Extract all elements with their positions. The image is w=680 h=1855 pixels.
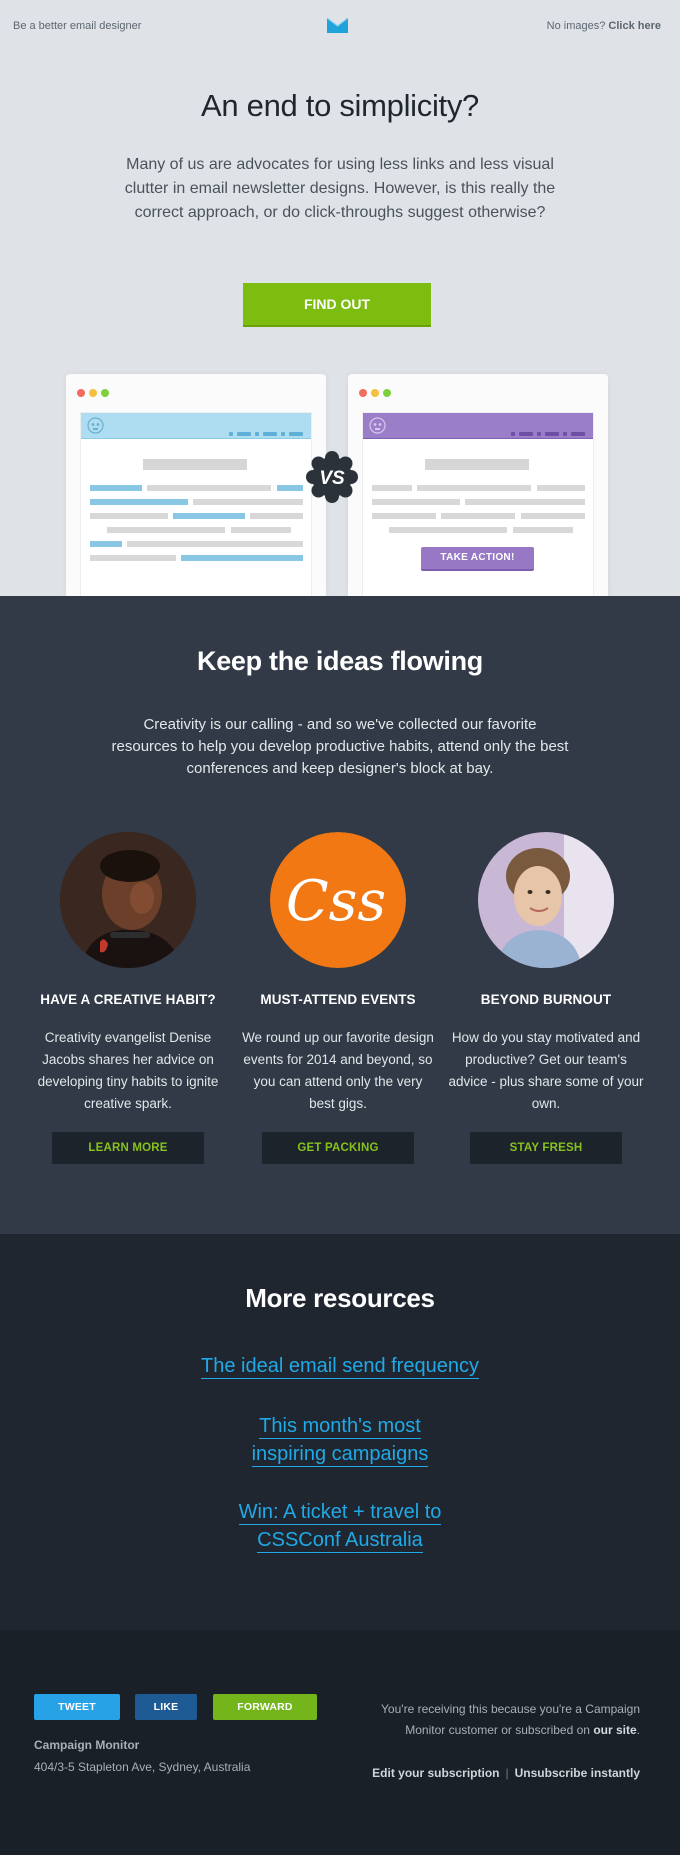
forward-button[interactable]: FORWARD xyxy=(213,1694,317,1720)
take-action-mock-button: TAKE ACTION! xyxy=(421,547,534,571)
find-out-button[interactable]: FIND OUT xyxy=(243,283,431,327)
column-title: HAVE A CREATIVE HABIT? xyxy=(40,992,216,1007)
like-button[interactable]: LIKE xyxy=(135,1694,197,1720)
mock-email-right: TAKE ACTION! xyxy=(362,412,594,596)
idea-column-events: Css MUST-ATTEND EVENTS We round up our f… xyxy=(236,832,440,1164)
learn-more-button[interactable]: LEARN MORE xyxy=(52,1132,204,1164)
resource-link-text[interactable]: The ideal email send frequency xyxy=(201,1355,479,1379)
idea-column-creative-habit: HAVE A CREATIVE HABIT? Creativity evange… xyxy=(26,832,230,1164)
svg-text:Css: Css xyxy=(286,869,386,934)
ideas-title: Keep the ideas flowing xyxy=(197,646,483,676)
no-images-notice: No images? Click here xyxy=(547,20,661,32)
our-site-link[interactable]: our site xyxy=(593,1723,636,1737)
mock-header-right xyxy=(363,413,593,439)
notice-suffix: . xyxy=(636,1723,640,1737)
resource-link-text[interactable]: Win: A ticket + travel to CSSConf Austra… xyxy=(238,1501,442,1553)
resource-link-cssconf[interactable]: Win: A ticket + travel to CSSConf Austra… xyxy=(230,1498,450,1554)
preheader: Be a better email designer No images? Cl… xyxy=(0,0,680,52)
tweet-button[interactable]: TWEET xyxy=(34,1694,120,1720)
resource-link-inspiring-campaigns[interactable]: This month's most inspiring campaigns xyxy=(240,1412,440,1468)
mock-nav-left xyxy=(225,423,303,441)
subscription-notice: You're receiving this because you're a C… xyxy=(340,1699,640,1741)
resource-link-text[interactable]: This month's most inspiring campaigns xyxy=(251,1415,429,1467)
ideas-section: Keep the ideas flowing Creativity is our… xyxy=(0,596,680,1234)
resources-section: More resources The ideal email send freq… xyxy=(0,1234,680,1630)
resources-title: More resources xyxy=(245,1283,435,1313)
skull-icon xyxy=(369,417,386,434)
skull-icon xyxy=(87,417,104,434)
comparison-mockup-left xyxy=(66,374,326,596)
footer-links: Edit your subscription | Unsubscribe insta… xyxy=(372,1766,640,1780)
unsubscribe-link[interactable]: Unsubscribe instantly xyxy=(515,1766,640,1780)
footer: TWEET LIKE FORWARD Campaign Monitor 404/… xyxy=(0,1630,680,1855)
hero-title: An end to simplicity? xyxy=(201,88,479,123)
column-body: We round up our favorite design events f… xyxy=(242,1030,434,1111)
stay-fresh-button[interactable]: STAY FRESH xyxy=(470,1132,622,1164)
comparison-mockup-right: TAKE ACTION! xyxy=(348,374,608,596)
hero-section: Be a better email designer No images? Cl… xyxy=(0,0,680,596)
column-body: Creativity evangelist Denise Jacobs shar… xyxy=(37,1030,219,1111)
preheader-tagline: Be a better email designer xyxy=(13,20,142,32)
ideas-body: Creativity is our calling - and so we've… xyxy=(111,716,569,777)
portrait-denise-jacobs[interactable] xyxy=(60,832,196,968)
click-here-link[interactable]: Click here xyxy=(608,20,661,32)
window-controls xyxy=(359,384,395,397)
get-packing-button[interactable]: GET PACKING xyxy=(262,1132,414,1164)
window-controls xyxy=(77,384,113,397)
mock-header-left xyxy=(81,413,311,439)
mock-nav-right xyxy=(507,423,585,441)
css-logo-icon[interactable]: Css xyxy=(270,832,406,968)
envelope-logo-icon[interactable] xyxy=(327,18,348,33)
edit-subscription-link[interactable]: Edit your subscription xyxy=(372,1766,499,1780)
mock-email-left xyxy=(80,412,312,596)
company-name: Campaign Monitor xyxy=(34,1738,140,1752)
no-images-text: No images? xyxy=(546,20,606,32)
email-page: Be a better email designer No images? Cl… xyxy=(0,0,680,1855)
column-body: How do you stay motivated and productive… xyxy=(448,1030,644,1111)
svg-text:VS: VS xyxy=(319,468,345,489)
link-separator: | xyxy=(505,1766,509,1780)
company-address: 404/3-5 Stapleton Ave, Sydney, Australia xyxy=(34,1760,251,1774)
column-title: BEYOND BURNOUT xyxy=(480,992,612,1007)
vs-badge-icon: VS xyxy=(306,451,358,503)
idea-column-burnout: BEYOND BURNOUT How do you stay motivated… xyxy=(444,832,648,1164)
column-title: MUST-ATTEND EVENTS xyxy=(260,992,416,1007)
hero-body: Many of us are advocates for using less … xyxy=(124,156,556,221)
resource-link-send-frequency[interactable]: The ideal email send frequency xyxy=(0,1352,680,1380)
portrait-woman-smiling[interactable] xyxy=(478,832,614,968)
